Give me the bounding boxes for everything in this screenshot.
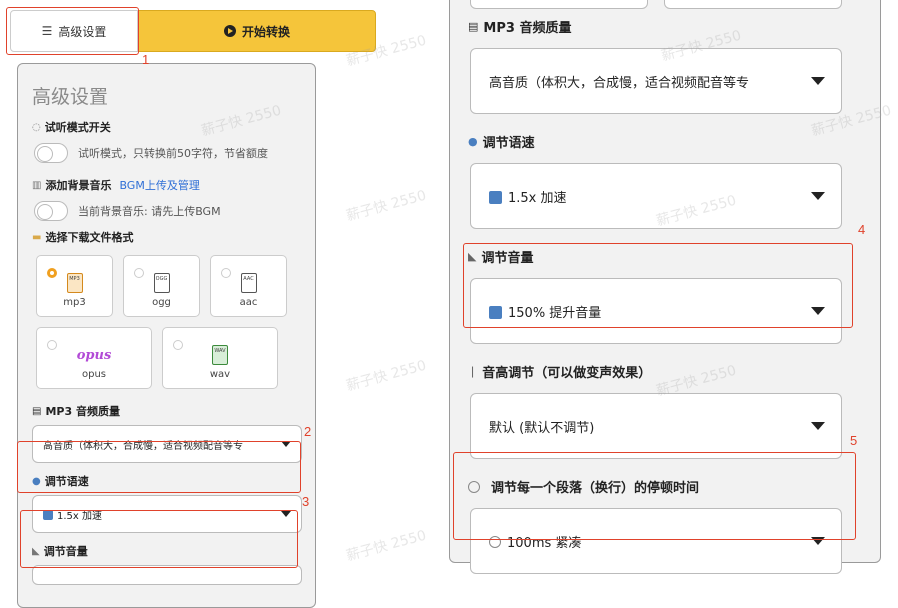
annotation-box-3 bbox=[20, 510, 298, 568]
annotation-number-3: 3 bbox=[302, 494, 310, 509]
volume-select-partial[interactable] bbox=[32, 565, 302, 585]
speed-select-value: 1.5x 加速 bbox=[508, 190, 567, 206]
quality-select-value: 高音质（体积大，合成慢，适合视频配音等专 bbox=[489, 75, 750, 91]
top-select-stub-left bbox=[470, 0, 648, 9]
preview-mode-text: 试听模式，只转换前50字符，节省额度 bbox=[78, 147, 268, 160]
format-label: ▬ 选择下载文件格式 bbox=[32, 229, 301, 245]
format-option-mp3[interactable]: MP3 mp3 bbox=[36, 255, 113, 317]
annotation-number-1: 1 bbox=[142, 52, 150, 67]
radio-ogg[interactable] bbox=[134, 268, 144, 278]
chevron-down-icon bbox=[811, 192, 825, 200]
ogg-file-icon: OGG bbox=[153, 273, 170, 293]
format-label-text: 选择下载文件格式 bbox=[45, 231, 134, 244]
equalizer-icon: ▤ bbox=[468, 20, 479, 33]
preview-mode-label: ◌ 试听模式开关 bbox=[32, 119, 301, 135]
format-options: MP3 mp3 OGG ogg AAC aac opus opus WAV wa… bbox=[36, 255, 301, 389]
pitch-label-text: 音高调节（可以做变声效果） bbox=[482, 366, 652, 381]
speech-icon: ● bbox=[468, 135, 478, 148]
quality-label: ▤ MP3 音频质量 bbox=[468, 17, 866, 36]
radio-mp3[interactable] bbox=[47, 268, 57, 278]
annotation-box-1 bbox=[6, 7, 139, 55]
headphone-icon: ◌ bbox=[32, 121, 41, 133]
format-name-ogg: ogg bbox=[152, 297, 171, 308]
bgm-row: 当前背景音乐: 请先上传BGM bbox=[34, 201, 301, 221]
preview-mode-row: 试听模式，只转换前50字符，节省额度 bbox=[34, 143, 301, 163]
top-select-stub-right bbox=[664, 0, 842, 9]
bgm-label: ▥ 添加背景音乐 BGM上传及管理 bbox=[32, 177, 301, 193]
speed-label-text: 调节语速 bbox=[482, 136, 535, 151]
annotation-number-5: 5 bbox=[850, 433, 858, 448]
format-option-ogg[interactable]: OGG ogg bbox=[123, 255, 200, 317]
mp3-file-icon: MP3 bbox=[66, 273, 83, 293]
speed-select[interactable]: 1.5x 加速 bbox=[470, 163, 842, 229]
annotation-number-2: 2 bbox=[304, 424, 312, 439]
format-option-aac[interactable]: AAC aac bbox=[210, 255, 287, 317]
preview-mode-toggle[interactable] bbox=[34, 143, 68, 163]
pitch-select-value: 默认 (默认不调节) bbox=[489, 420, 595, 436]
radio-wav[interactable] bbox=[173, 340, 183, 350]
pitch-label: ❘ 音高调节（可以做变声效果） bbox=[468, 362, 866, 381]
format-name-opus: opus bbox=[81, 369, 106, 380]
bgm-manage-link[interactable]: BGM上传及管理 bbox=[119, 177, 199, 193]
quality-label-text: MP3 音频质量 bbox=[45, 405, 120, 418]
start-convert-button[interactable]: 开始转换 bbox=[138, 10, 376, 52]
opus-logo: opus bbox=[76, 348, 112, 363]
radio-opus[interactable] bbox=[47, 340, 57, 350]
format-option-opus[interactable]: opus opus bbox=[36, 327, 152, 389]
start-convert-label: 开始转换 bbox=[241, 24, 290, 39]
quality-select[interactable]: 高音质（体积大，合成慢，适合视频配音等专 bbox=[470, 48, 842, 114]
format-name-mp3: mp3 bbox=[63, 297, 86, 308]
format-option-wav[interactable]: WAV wav bbox=[162, 327, 278, 389]
tuning-fork-icon: ❘ bbox=[468, 365, 478, 378]
chevron-down-icon bbox=[811, 77, 825, 85]
equalizer-icon: ▤ bbox=[32, 405, 42, 417]
bgm-text: 当前背景音乐: 请先上传BGM bbox=[78, 205, 221, 218]
annotation-box-4 bbox=[463, 243, 853, 328]
preview-mode-label-text: 试听模式开关 bbox=[44, 121, 111, 134]
chevron-down-icon bbox=[811, 422, 825, 430]
annotation-box-5 bbox=[453, 452, 856, 540]
bgm-label-text: 添加背景音乐 bbox=[45, 179, 112, 192]
format-name-aac: aac bbox=[239, 297, 258, 308]
folder-icon: ▬ bbox=[32, 231, 42, 243]
bgm-toggle[interactable] bbox=[34, 201, 68, 221]
aac-file-icon: AAC bbox=[240, 273, 257, 293]
annotation-number-4: 4 bbox=[858, 222, 866, 237]
format-name-wav: wav bbox=[209, 369, 231, 380]
panel-title: 高级设置 bbox=[32, 86, 109, 108]
speed-label: ● 调节语速 bbox=[468, 132, 866, 151]
annotation-box-2 bbox=[17, 441, 301, 493]
pitch-select[interactable]: 默认 (默认不调节) bbox=[470, 393, 842, 459]
radio-aac[interactable] bbox=[221, 268, 231, 278]
piano-icon: ▥ bbox=[32, 179, 42, 191]
quality-label-text: MP3 音频质量 bbox=[483, 21, 572, 36]
play-icon bbox=[223, 25, 236, 37]
quality-label: ▤ MP3 音频质量 bbox=[32, 403, 301, 419]
wav-file-icon: WAV bbox=[212, 345, 228, 365]
fast-forward-icon bbox=[489, 190, 502, 204]
speed-select-value-wrap: 1.5x 加速 bbox=[489, 187, 567, 206]
